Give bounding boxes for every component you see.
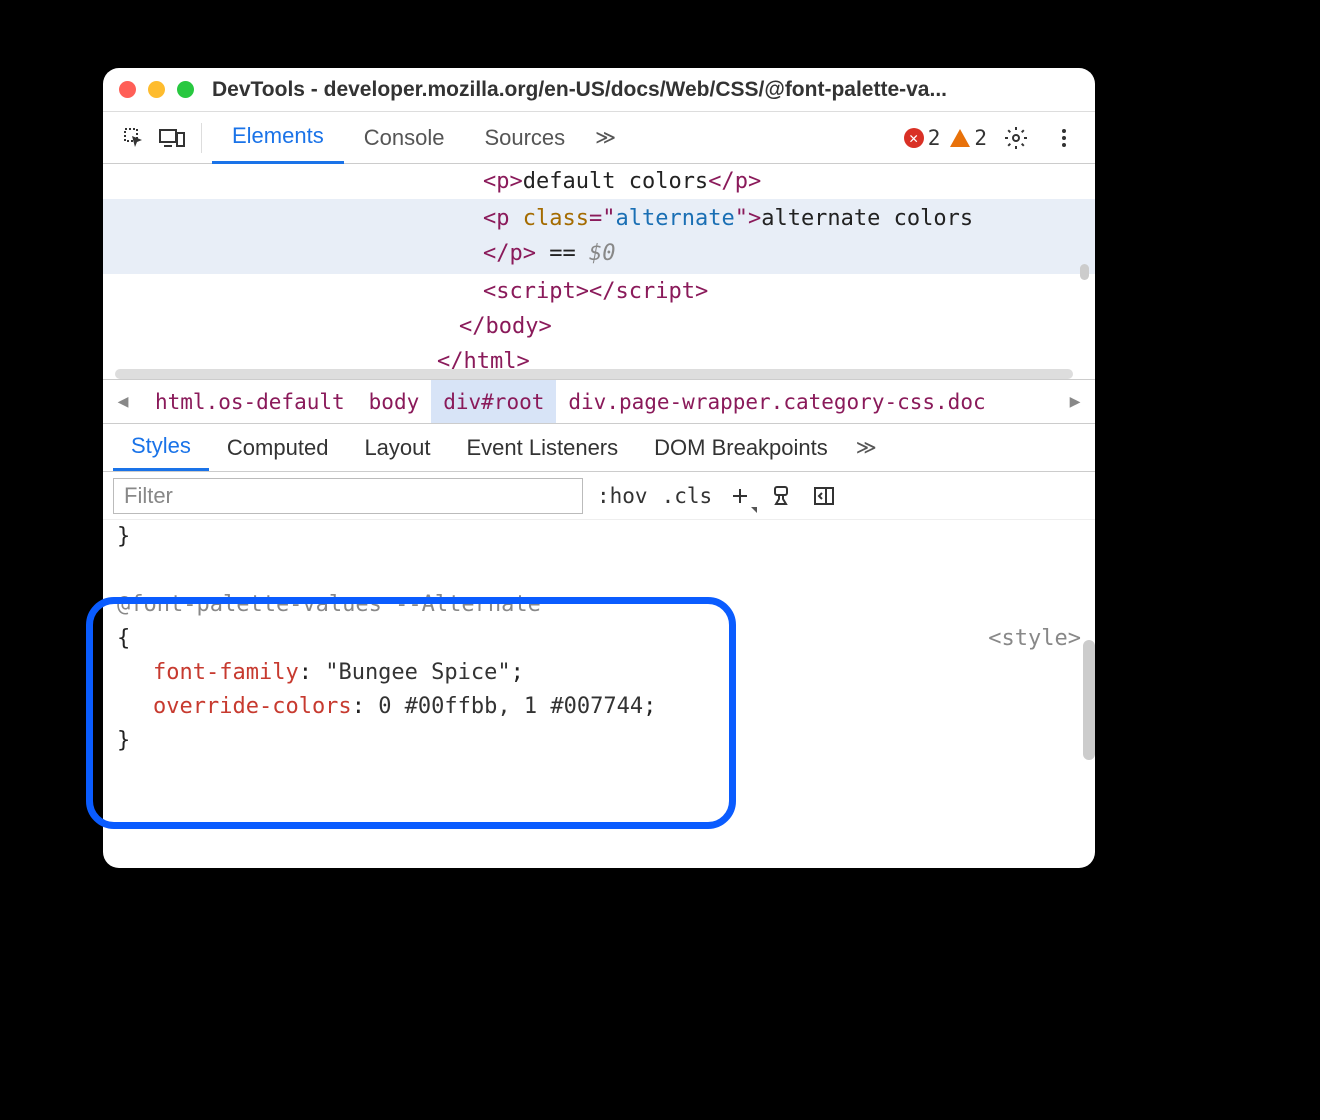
css-declaration[interactable]: font-family: "Bungee Spice";: [117, 656, 1081, 690]
titlebar: DevTools - developer.mozilla.org/en-US/d…: [103, 68, 1095, 112]
dom-text: alternate colors: [761, 206, 973, 231]
toggle-sidebar-icon[interactable]: [810, 482, 838, 510]
scrollbar-vertical[interactable]: [1083, 640, 1095, 760]
styles-filter-row: :hov .cls: [103, 472, 1095, 520]
warnings-badge[interactable]: 2: [950, 126, 987, 150]
subtab-layout[interactable]: Layout: [346, 424, 448, 471]
styles-filter-input[interactable]: [113, 478, 583, 514]
error-icon: ✕: [904, 128, 924, 148]
rule-open-brace: {: [117, 626, 130, 651]
rule-close-brace: }: [117, 724, 1081, 758]
window-controls: [119, 81, 194, 98]
errors-count: 2: [928, 126, 941, 150]
window-title: DevTools - developer.mozilla.org/en-US/d…: [212, 78, 947, 102]
subtab-styles[interactable]: Styles: [113, 424, 209, 471]
close-icon[interactable]: [119, 81, 136, 98]
zoom-icon[interactable]: [177, 81, 194, 98]
dom-tree[interactable]: <p>default colors</p> <p class="alternat…: [103, 164, 1095, 380]
tab-sources[interactable]: Sources: [464, 112, 585, 164]
settings-icon[interactable]: [997, 119, 1035, 157]
scrollbar-vertical[interactable]: [1080, 264, 1089, 280]
kebab-menu-icon[interactable]: [1045, 119, 1083, 157]
subtab-event-listeners[interactable]: Event Listeners: [449, 424, 637, 471]
dom-selected-node[interactable]: <p class="alternate">alternate colors</p…: [103, 199, 1095, 273]
minimize-icon[interactable]: [148, 81, 165, 98]
rule-selector[interactable]: @font-palette-values --Alternate: [117, 588, 1081, 622]
breadcrumb-item[interactable]: body: [357, 380, 432, 423]
css-declaration[interactable]: override-colors: 0 #00ffbb, 1 #007744;: [117, 690, 1081, 724]
styles-pane[interactable]: } @font-palette-values --Alternate { <st…: [103, 520, 1095, 868]
errors-badge[interactable]: ✕ 2: [904, 126, 941, 150]
subtab-computed[interactable]: Computed: [209, 424, 347, 471]
main-toolbar: Elements Console Sources ≫ ✕ 2 2: [103, 112, 1095, 164]
device-toggle-icon[interactable]: [153, 119, 191, 157]
more-subtabs-icon[interactable]: ≫: [846, 435, 887, 460]
separator: [201, 123, 202, 153]
subtab-dom-breakpoints[interactable]: DOM Breakpoints: [636, 424, 846, 471]
cls-button[interactable]: .cls: [662, 484, 713, 508]
tab-elements[interactable]: Elements: [212, 112, 344, 164]
breadcrumb-left-icon[interactable]: ◀: [103, 391, 143, 412]
devtools-window: DevTools - developer.mozilla.org/en-US/d…: [103, 68, 1095, 868]
breadcrumb: ◀ html.os-default body div#root div.page…: [103, 380, 1095, 424]
rule-origin[interactable]: <style>: [988, 622, 1081, 656]
styles-tabbar: Styles Computed Layout Event Listeners D…: [103, 424, 1095, 472]
scrollbar-horizontal[interactable]: [115, 369, 1073, 379]
breadcrumb-item-selected[interactable]: div#root: [431, 380, 556, 423]
paint-flash-icon[interactable]: [768, 482, 796, 510]
tab-console[interactable]: Console: [344, 112, 465, 164]
new-style-rule-icon[interactable]: [726, 482, 754, 510]
inspect-icon[interactable]: [115, 119, 153, 157]
dom-text: default colors: [523, 169, 708, 194]
breadcrumb-item[interactable]: html.os-default: [143, 380, 357, 423]
breadcrumb-item[interactable]: div.page-wrapper.category-css.doc: [556, 380, 1055, 423]
warnings-count: 2: [974, 126, 987, 150]
more-tabs-icon[interactable]: ≫: [585, 125, 626, 150]
rule-closing-brace: }: [117, 520, 1081, 554]
warning-icon: [950, 129, 970, 147]
hov-button[interactable]: :hov: [597, 484, 648, 508]
breadcrumb-right-icon[interactable]: ▶: [1055, 391, 1095, 412]
